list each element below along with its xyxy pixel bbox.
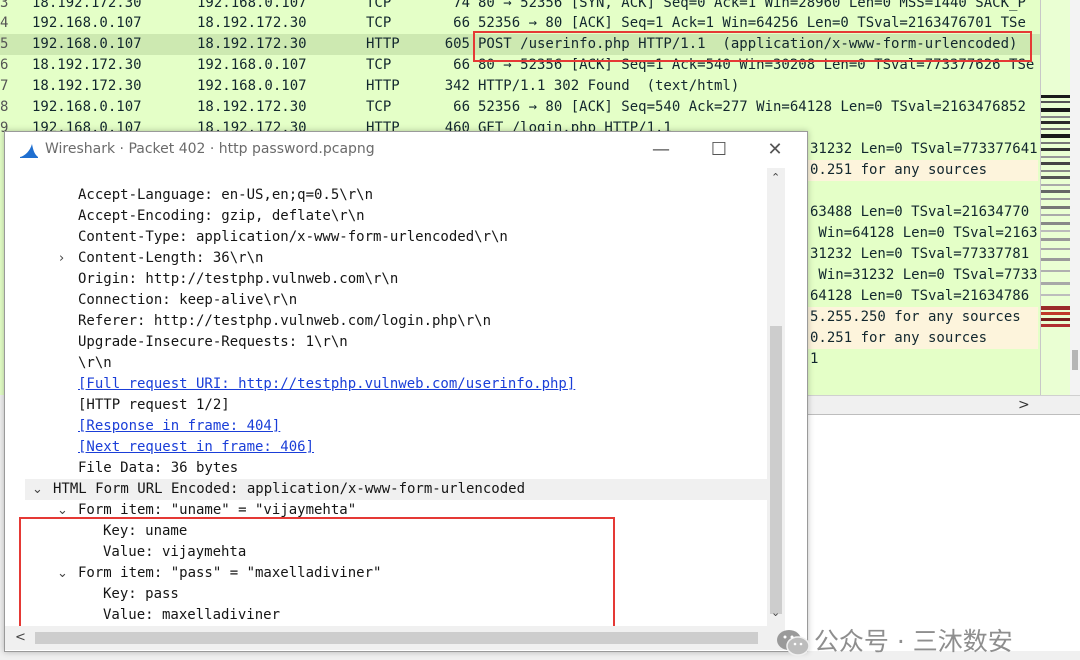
packet-destination: 18.192.172.30	[197, 15, 307, 31]
form-section-header[interactable]: HTML Form URL Encoded: application/x-www…	[53, 479, 525, 500]
packet-detail-tree[interactable]: Accept-Language: en-US,en;q=0.5\r\n Acce…	[5, 168, 767, 626]
expanded-chevron-icon[interactable]: ⌄	[32, 479, 43, 500]
packet-length: 66	[453, 15, 470, 31]
packet-info-fragment: 64128 Len=0 TSval=21634786	[810, 288, 1030, 304]
packet-list-scrollbar-thumb[interactable]	[1072, 350, 1078, 370]
packet-info-fragment: 0.251 for any sources	[808, 160, 1038, 181]
full-request-uri-link[interactable]: [Full request URI: http://testphp.vulnwe…	[78, 374, 575, 395]
packet-length: 66	[453, 57, 470, 73]
tree-item[interactable]: Content-Length: 36\r\n	[78, 248, 263, 269]
wechat-logo-icon	[776, 630, 810, 656]
packet-info-fragment: Win=31232 Len=0 TSval=7733	[810, 267, 1038, 283]
packet-source: 192.168.0.107	[32, 36, 142, 52]
packet-source: 192.168.0.107	[32, 99, 142, 115]
packet-destination: 18.192.172.30	[197, 99, 307, 115]
tree-item[interactable]: \r\n	[78, 353, 112, 374]
packet-info-fragment: 0.251 for any sources	[808, 328, 1038, 349]
close-button[interactable]: ✕	[755, 136, 795, 164]
tree-item[interactable]: Connection: keep-alive\r\n	[78, 290, 297, 311]
minimize-button[interactable]: —	[641, 136, 681, 164]
tree-item[interactable]: Accept-Language: en-US,en;q=0.5\r\n	[78, 185, 373, 206]
post-request-highlight-box	[473, 31, 1032, 62]
packet-source: 18.192.172.30	[32, 78, 142, 94]
packet-number: 4	[0, 15, 9, 31]
packet-number: 6	[0, 57, 9, 73]
wireshark-fin-icon	[19, 143, 39, 163]
packet-destination: 192.168.0.107	[197, 0, 307, 11]
packet-info-fragment: 31232 Len=0 TSval=77337781	[810, 246, 1030, 262]
packet-info-fragment: 31232 Len=0 TSval=773377641	[810, 141, 1038, 157]
packet-length: 74	[453, 0, 470, 11]
packet-row[interactable]: 3 18.192.172.30 192.168.0.107 TCP 74 80 …	[0, 0, 1040, 14]
packet-minimap[interactable]	[1040, 0, 1071, 395]
form-data-highlight-box	[19, 517, 615, 626]
packet-protocol: TCP	[366, 15, 392, 31]
tree-item[interactable]: Accept-Encoding: gzip, deflate\r\n	[78, 206, 365, 227]
packet-number: 3	[0, 0, 9, 11]
tree-vertical-scrollbar-thumb[interactable]	[770, 326, 782, 614]
tree-vertical-scrollbar[interactable]: ⌃ ⌄	[767, 168, 785, 626]
packet-info-fragment: Win=64128 Len=0 TSval=2163	[810, 225, 1038, 241]
packet-protocol: HTTP	[366, 78, 400, 94]
packet-protocol: TCP	[366, 99, 392, 115]
packet-destination: 18.192.172.30	[197, 36, 307, 52]
tree-horizontal-scrollbar-thumb[interactable]	[35, 632, 758, 644]
packet-length: 66	[453, 99, 470, 115]
packet-info-fragment: 63488 Len=0 TSval=21634770	[810, 204, 1030, 220]
packet-protocol: TCP	[366, 0, 392, 11]
packet-list-scrollbar[interactable]	[1070, 0, 1080, 395]
packet-info-fragment: 5.255.250 for any sources	[808, 307, 1038, 328]
packet-length: 605	[444, 36, 470, 52]
packet-destination: 192.168.0.107	[197, 57, 307, 73]
response-frame-link[interactable]: [Response in frame: 404]	[78, 416, 280, 437]
scroll-left-arrow-icon[interactable]: <	[15, 630, 26, 645]
tree-item[interactable]: Upgrade-Insecure-Requests: 1\r\n	[78, 332, 348, 353]
packet-row[interactable]: 8 192.168.0.107 18.192.172.30 TCP 66 523…	[0, 97, 1040, 118]
maximize-button[interactable]: ☐	[699, 136, 739, 164]
packet-number: 8	[0, 99, 9, 115]
packet-info: HTTP/1.1 302 Found (text/html)	[478, 78, 740, 94]
packet-protocol: HTTP	[366, 36, 400, 52]
tree-item[interactable]: Content-Type: application/x-www-form-url…	[78, 227, 508, 248]
packet-info: 52356 → 80 [ACK] Seq=540 Ack=277 Win=641…	[478, 99, 1026, 115]
window-titlebar[interactable]: Wireshark · Packet 402 · http password.p…	[5, 132, 807, 168]
packet-number: 5	[0, 36, 9, 52]
tree-horizontal-scrollbar[interactable]: <	[5, 626, 785, 650]
tree-item[interactable]: [HTTP request 1/2]	[78, 395, 230, 416]
tree-item[interactable]: File Data: 36 bytes	[78, 458, 238, 479]
packet-length: 342	[444, 78, 470, 94]
packet-protocol: TCP	[366, 57, 392, 73]
collapsed-chevron-icon[interactable]: ›	[59, 248, 64, 269]
packet-info-fragment: 1	[810, 351, 819, 367]
packet-number: 7	[0, 78, 9, 94]
scroll-right-arrow-icon[interactable]: >	[1018, 397, 1030, 413]
window-title: Wireshark · Packet 402 · http password.p…	[45, 141, 375, 157]
tree-item[interactable]: Referer: http://testphp.vulnweb.com/logi…	[78, 311, 491, 332]
watermark: 公众号 · 三沐数安	[760, 588, 1013, 656]
packet-list-hscrollbar[interactable]	[808, 395, 1080, 414]
packet-detail-window[interactable]: Wireshark · Packet 402 · http password.p…	[4, 131, 808, 652]
scroll-up-arrow-icon[interactable]: ⌃	[771, 171, 780, 184]
packet-info-fragment	[808, 181, 810, 202]
watermark-text: 公众号 · 三沐数安	[813, 627, 1013, 656]
packet-source: 18.192.172.30	[32, 0, 142, 11]
next-request-frame-link[interactable]: [Next request in frame: 406]	[78, 437, 314, 458]
tree-item[interactable]: Origin: http://testphp.vulnweb.com\r\n	[78, 269, 398, 290]
packet-destination: 192.168.0.107	[197, 78, 307, 94]
packet-info: 80 → 52356 [SYN, ACK] Seq=0 Ack=1 Win=28…	[478, 0, 1026, 11]
packet-source: 192.168.0.107	[32, 15, 142, 31]
packet-row[interactable]: 7 18.192.172.30 192.168.0.107 HTTP 342 H…	[0, 76, 1040, 97]
packet-source: 18.192.172.30	[32, 57, 142, 73]
